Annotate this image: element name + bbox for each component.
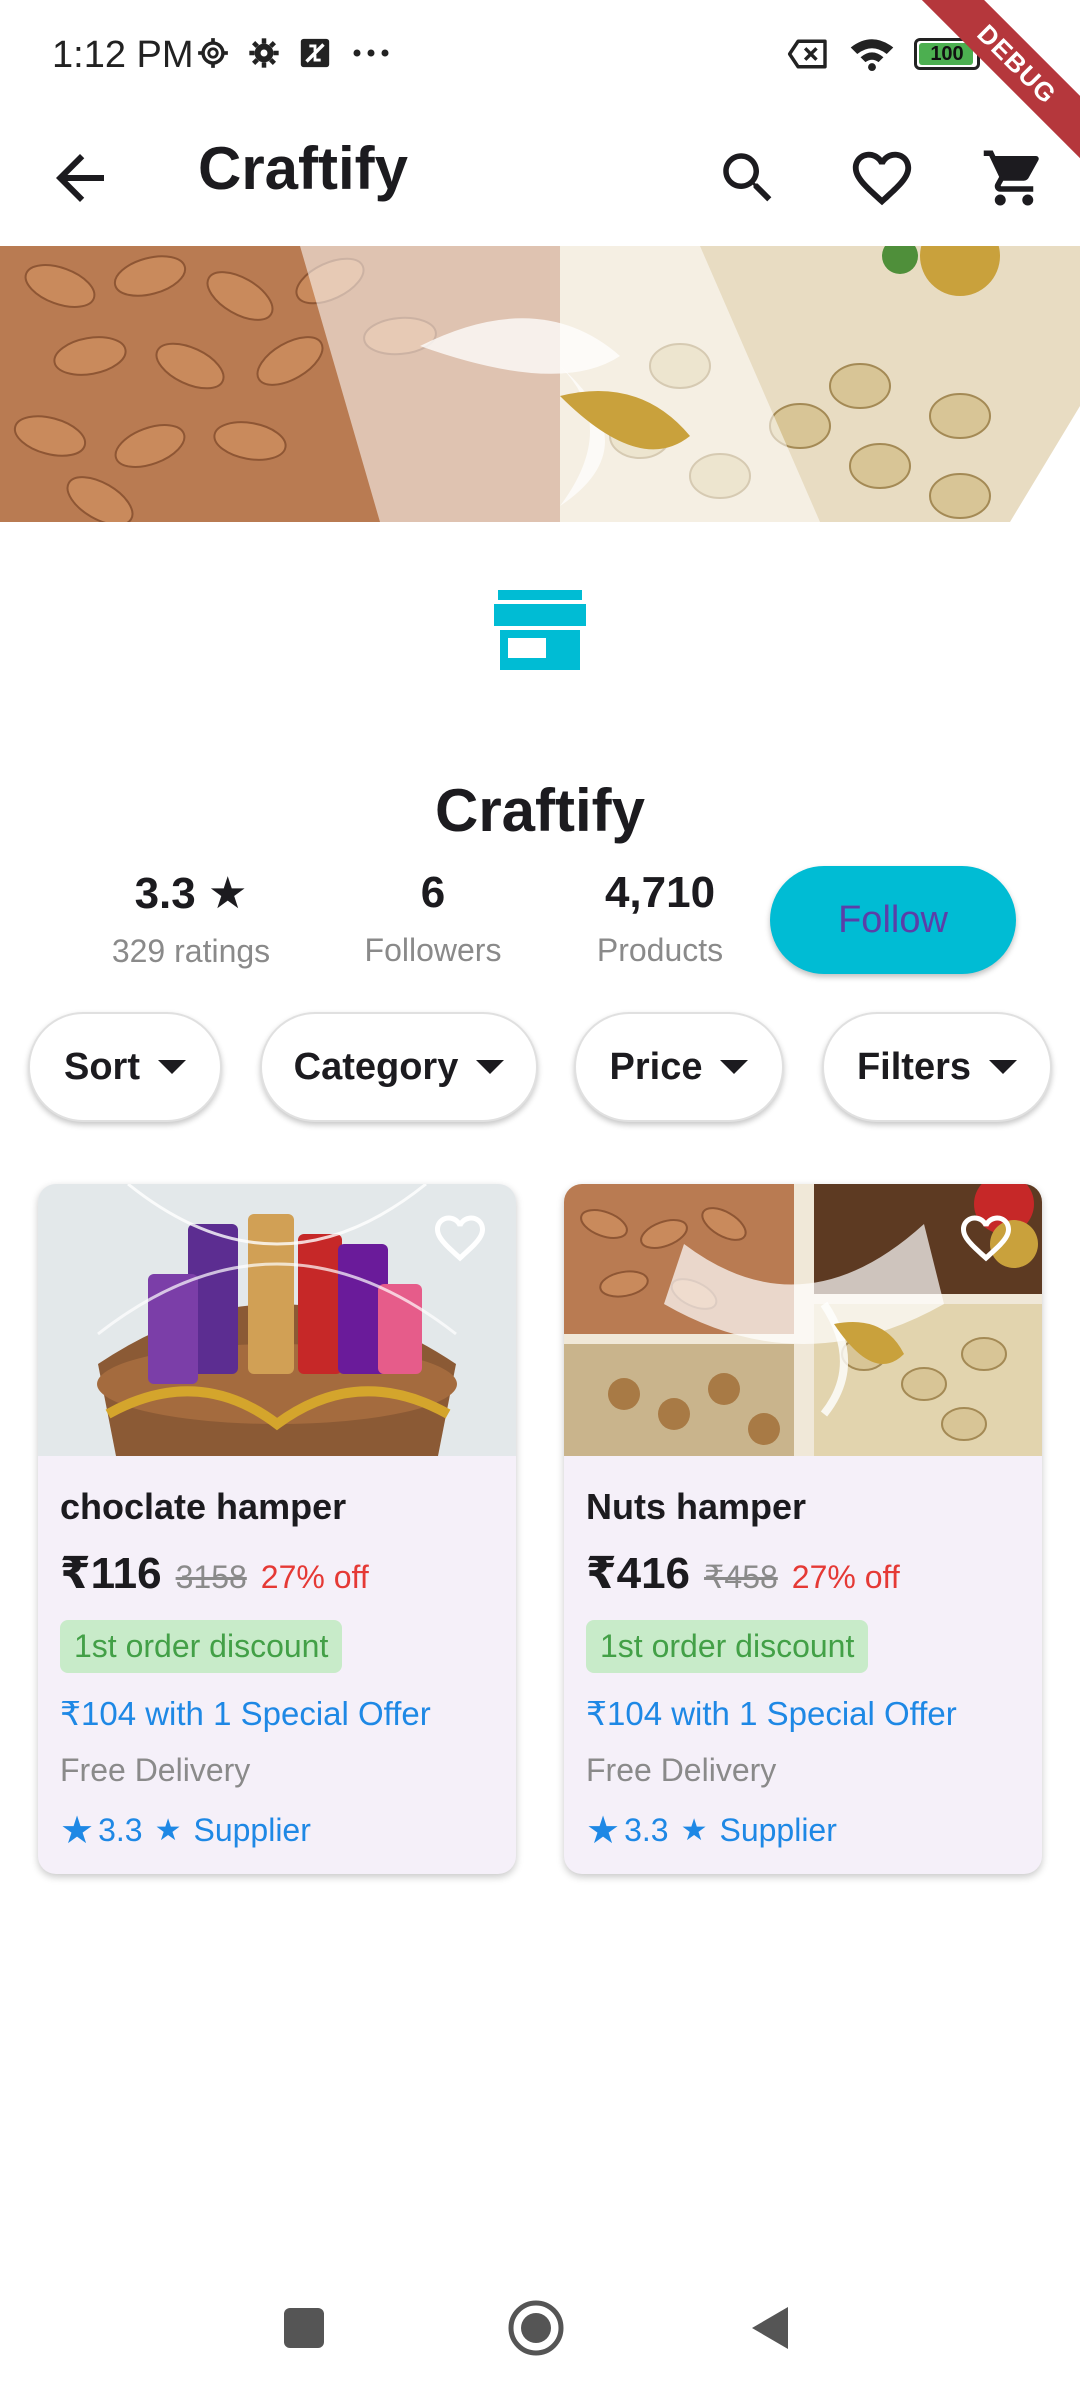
free-delivery: Free Delivery bbox=[586, 1752, 777, 1788]
store-name: Craftify bbox=[434, 777, 646, 844]
product-discount: 27% off bbox=[791, 1559, 900, 1595]
star-icon: ★ bbox=[154, 1814, 182, 1847]
product-original-price: 3158 bbox=[175, 1559, 247, 1595]
rating-stat[interactable]: 3.3 ★ 329 ratings bbox=[100, 868, 282, 970]
products-stat: 4,710 Products bbox=[584, 868, 736, 969]
gear-icon bbox=[249, 38, 279, 68]
wifi-icon bbox=[850, 39, 894, 72]
chip-label: Category bbox=[293, 1045, 459, 1088]
product-discount: 27% off bbox=[260, 1559, 369, 1595]
recent-apps-button[interactable] bbox=[272, 2296, 336, 2360]
followers-value: 6 bbox=[420, 868, 446, 917]
status-bar: 1:12 PM 100 DEBUG bbox=[0, 0, 1080, 168]
special-offer: ₹104 with 1 Special Offer bbox=[60, 1695, 431, 1732]
wishlist-button[interactable] bbox=[846, 142, 918, 214]
square-icon bbox=[284, 2308, 324, 2348]
product-title: choclate hamper bbox=[60, 1486, 347, 1527]
chip-label: Sort bbox=[64, 1045, 140, 1088]
wishlist-toggle[interactable] bbox=[954, 1208, 1018, 1268]
heart-outline-icon bbox=[435, 1215, 485, 1262]
cart-icon bbox=[983, 150, 1039, 206]
product-price: ₹416 bbox=[586, 1549, 691, 1598]
storefront-icon bbox=[494, 590, 586, 670]
back-nav-button[interactable] bbox=[738, 2296, 802, 2360]
home-button[interactable] bbox=[504, 2296, 568, 2360]
product-price: ₹116 bbox=[60, 1549, 162, 1598]
status-icons-left bbox=[196, 36, 392, 70]
rating-value-row: 3.3 ★ bbox=[100, 868, 282, 919]
rating-value: 3.3 bbox=[624, 1812, 669, 1848]
products-value: 4,710 bbox=[604, 868, 716, 917]
follow-button[interactable]: Follow bbox=[770, 866, 1016, 974]
price-row: ₹416 ₹458 27% off bbox=[586, 1548, 900, 1599]
product-card[interactable]: choclate hamper ₹116 3158 27% off 1st or… bbox=[38, 1184, 516, 1874]
heart-outline-icon bbox=[852, 151, 912, 206]
search-button[interactable] bbox=[712, 142, 784, 214]
dropdown-arrow-icon bbox=[989, 1060, 1018, 1074]
filters-chip[interactable]: Filters bbox=[822, 1012, 1052, 1122]
discount-badge: 1st order discount bbox=[586, 1620, 869, 1673]
status-time: 1:12 PM bbox=[52, 34, 194, 76]
no-sim-icon bbox=[787, 39, 827, 69]
chip-label: Price bbox=[609, 1045, 703, 1088]
chip-label: Filters bbox=[856, 1045, 972, 1088]
star-icon: ★ bbox=[680, 1814, 708, 1847]
product-original-price: ₹458 bbox=[704, 1559, 778, 1595]
products-label: Products bbox=[596, 932, 724, 968]
dropdown-arrow-icon bbox=[720, 1060, 749, 1074]
cart-button[interactable] bbox=[978, 142, 1050, 214]
free-delivery: Free Delivery bbox=[60, 1752, 251, 1788]
star-icon: ★ bbox=[207, 869, 248, 918]
triangle-back-icon bbox=[752, 2307, 788, 2349]
sim-blocked-icon bbox=[300, 38, 330, 68]
product-title: Nuts hamper bbox=[586, 1486, 807, 1527]
special-offer: ₹104 with 1 Special Offer bbox=[586, 1695, 957, 1732]
dropdown-arrow-icon bbox=[158, 1060, 186, 1074]
star-icon: ★ bbox=[60, 1810, 95, 1852]
supplier-label: Supplier bbox=[193, 1812, 311, 1848]
back-button[interactable] bbox=[44, 142, 116, 214]
price-row: ₹116 3158 27% off bbox=[60, 1548, 369, 1599]
status-icons-right: 100 bbox=[786, 36, 980, 72]
more-dots-icon bbox=[353, 49, 389, 57]
price-chip[interactable]: Price bbox=[574, 1012, 784, 1122]
supplier-label: Supplier bbox=[719, 1812, 837, 1848]
rating-label: 329 ratings bbox=[111, 933, 271, 969]
app-bar: Craftify bbox=[0, 116, 1080, 246]
star-icon: ★ bbox=[586, 1810, 621, 1852]
rating-value: 3.3 bbox=[134, 869, 196, 918]
app-bar-title: Craftify bbox=[198, 135, 409, 202]
sort-chip[interactable]: Sort bbox=[28, 1012, 222, 1122]
gear-outline-icon bbox=[198, 38, 228, 68]
category-chip[interactable]: Category bbox=[260, 1012, 538, 1122]
arrow-back-icon bbox=[56, 154, 104, 202]
search-icon bbox=[723, 153, 772, 202]
dropdown-arrow-icon bbox=[476, 1060, 505, 1074]
followers-stat: 6 Followers bbox=[354, 868, 512, 969]
product-card[interactable]: Nuts hamper ₹416 ₹458 27% off 1st order … bbox=[564, 1184, 1042, 1874]
circle-icon bbox=[508, 2300, 564, 2356]
store-banner-image bbox=[0, 246, 1080, 522]
rating-value: 3.3 bbox=[98, 1812, 143, 1848]
discount-badge: 1st order discount bbox=[60, 1620, 343, 1673]
wishlist-toggle[interactable] bbox=[428, 1208, 492, 1268]
supplier-rating: ★ 3.3 ★ Supplier bbox=[60, 1808, 311, 1853]
supplier-rating: ★ 3.3 ★ Supplier bbox=[586, 1808, 837, 1853]
followers-label: Followers bbox=[364, 932, 502, 968]
heart-outline-icon bbox=[961, 1215, 1011, 1262]
